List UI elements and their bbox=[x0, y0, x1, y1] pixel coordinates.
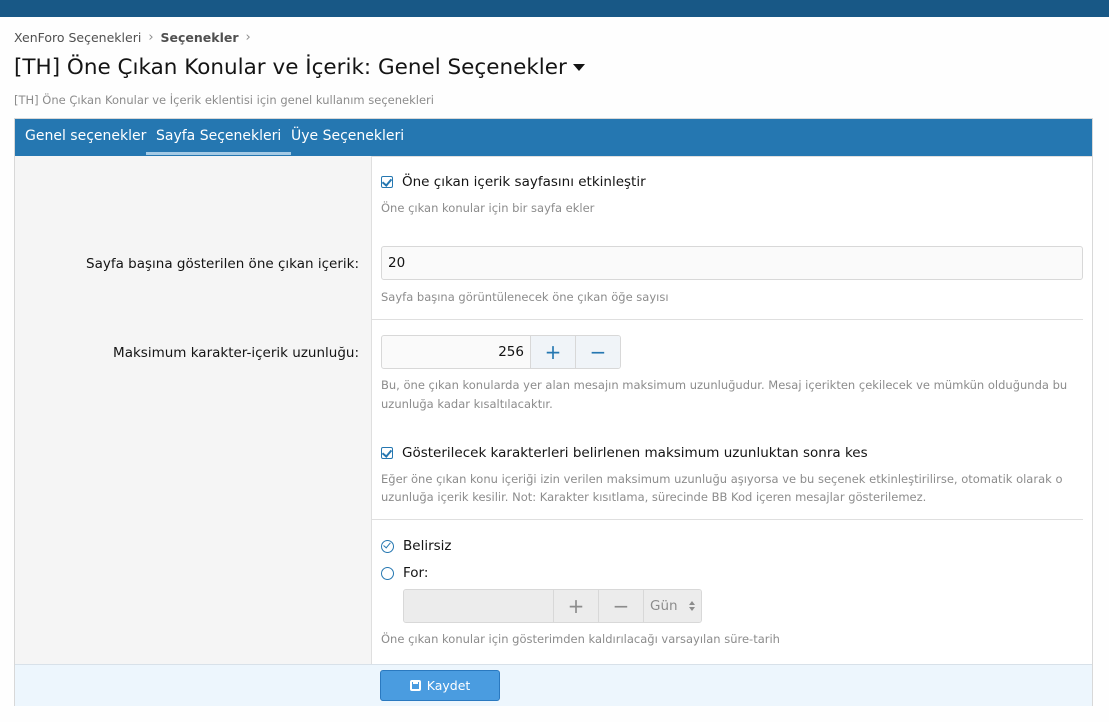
truncate-hint-line1: Eğer öne çıkan konu içeriği izin verilen… bbox=[381, 472, 1063, 486]
enable-page-checkbox-row[interactable]: Öne çıkan içerik sayfasını etkinleştir bbox=[381, 174, 646, 190]
per-page-hint: Sayfa başına görüntülenecek öne çıkan öğ… bbox=[381, 290, 669, 304]
decrement-button[interactable]: − bbox=[575, 336, 620, 368]
max-length-value[interactable]: 256 bbox=[382, 336, 530, 368]
enable-page-label: Öne çıkan içerik sayfasını etkinleştir bbox=[402, 174, 646, 190]
max-length-stepper[interactable]: 256 + − bbox=[381, 335, 621, 369]
expiry-hint: Öne çıkan konular için gösterimden kaldı… bbox=[381, 632, 780, 646]
chevron-right-icon: › bbox=[148, 30, 154, 45]
caret-down-icon[interactable] bbox=[572, 64, 585, 71]
expiry-stepper[interactable]: + − Gün bbox=[403, 589, 702, 623]
increment-button[interactable]: + bbox=[530, 336, 575, 368]
divider bbox=[372, 519, 1083, 520]
breadcrumb: XenForo Seçenekleri › Seçenekler › bbox=[14, 30, 258, 45]
select-arrows-icon bbox=[689, 601, 695, 611]
checkbox-checked-icon[interactable] bbox=[381, 176, 393, 188]
expiry-value[interactable] bbox=[404, 590, 553, 622]
checkbox-checked-icon[interactable] bbox=[381, 447, 393, 459]
per-page-label: Sayfa başına gösterilen öne çıkan içerik… bbox=[86, 256, 359, 272]
radio-checked-icon[interactable] bbox=[381, 539, 394, 553]
increment-button[interactable]: + bbox=[553, 590, 598, 622]
truncate-hint-line2: uzunluğa içerik kesilir. Not: Karakter k… bbox=[381, 490, 927, 504]
radio-unchecked-icon[interactable] bbox=[381, 566, 394, 580]
save-button[interactable]: Kaydet bbox=[380, 670, 500, 701]
tab-page-options[interactable]: Sayfa Seçenekleri bbox=[146, 119, 292, 155]
page-title[interactable]: [TH] Öne Çıkan Konular ve İçerik: Genel … bbox=[14, 55, 585, 80]
radio-indefinite-row[interactable]: Belirsiz bbox=[381, 538, 452, 554]
chevron-right-icon: › bbox=[245, 30, 251, 45]
save-icon bbox=[409, 680, 421, 691]
unit-select[interactable]: Gün bbox=[643, 590, 701, 622]
page-title-text: [TH] Öne Çıkan Konular ve İçerik: Genel … bbox=[14, 55, 567, 80]
breadcrumb-link-xenforo-options[interactable]: XenForo Seçenekleri bbox=[14, 30, 141, 45]
radio-indefinite-label: Belirsiz bbox=[403, 538, 452, 554]
breadcrumb-link-options[interactable]: Seçenekler bbox=[161, 30, 239, 45]
radio-for-label: For: bbox=[403, 565, 429, 581]
max-length-label: Maksimum karakter-içerik uzunluğu: bbox=[113, 345, 359, 361]
save-button-label: Kaydet bbox=[426, 678, 471, 693]
top-navigation-bar bbox=[0, 0, 1109, 17]
truncate-label: Gösterilecek karakterleri belirlenen mak… bbox=[402, 445, 868, 461]
divider bbox=[372, 319, 1083, 320]
truncate-checkbox-row[interactable]: Gösterilecek karakterleri belirlenen mak… bbox=[381, 445, 868, 461]
enable-page-hint: Öne çıkan konular için bir sayfa ekler bbox=[381, 201, 595, 215]
form-footer: Kaydet bbox=[15, 664, 1092, 706]
decrement-button[interactable]: − bbox=[598, 590, 643, 622]
tab-general-options[interactable]: Genel seçenekler bbox=[15, 119, 156, 155]
radio-for-row[interactable]: For: bbox=[381, 565, 428, 581]
page-description: [TH] Öne Çıkan Konular ve İçerik eklenti… bbox=[14, 93, 434, 107]
per-page-input[interactable]: 20 bbox=[381, 246, 1083, 280]
tab-member-options[interactable]: Üye Seçenekleri bbox=[281, 119, 414, 155]
unit-select-value: Gün bbox=[650, 598, 678, 614]
max-length-hint-line2: uzunluğa kadar kısaltılacaktır. bbox=[381, 397, 553, 411]
options-panel: Genel seçenekler Sayfa Seçenekleri Üye S… bbox=[14, 118, 1093, 706]
max-length-hint-line1: Bu, öne çıkan konularda yer alan mesajın… bbox=[381, 378, 1068, 392]
tab-bar: Genel seçenekler Sayfa Seçenekleri Üye S… bbox=[15, 119, 1092, 157]
label-column: Sayfa başına gösterilen öne çıkan içerik… bbox=[15, 156, 372, 665]
